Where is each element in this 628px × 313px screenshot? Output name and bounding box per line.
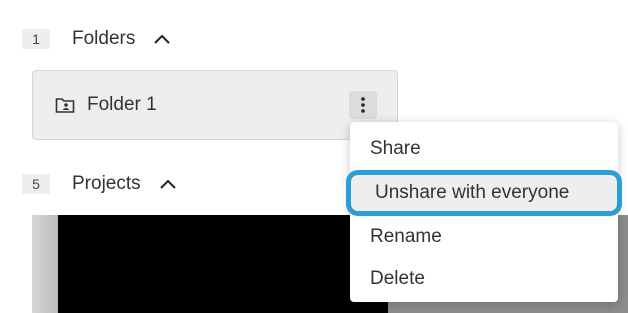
projects-section-header: 5 Projects xyxy=(22,171,177,197)
menu-item-rename[interactable]: Rename xyxy=(350,216,618,258)
folders-count-badge: 1 xyxy=(22,29,50,49)
menu-item-share[interactable]: Share xyxy=(350,128,618,170)
kebab-menu-icon[interactable] xyxy=(349,91,377,119)
chevron-up-icon[interactable] xyxy=(153,30,171,48)
chevron-up-icon[interactable] xyxy=(159,175,177,193)
folder-card[interactable]: Folder 1 xyxy=(32,70,398,140)
folders-section-header: 1 Folders xyxy=(22,26,171,52)
folder-shared-icon xyxy=(55,95,75,115)
folder-context-menu: Share Unshare with everyone Rename Delet… xyxy=(346,122,622,302)
app-stage: 1 Folders Folder 1 5 Projects Share Unsh… xyxy=(0,0,628,313)
folders-section-title: Folders xyxy=(72,28,136,49)
projects-section-title: Projects xyxy=(72,173,141,194)
menu-item-unshare[interactable]: Unshare with everyone xyxy=(346,170,622,216)
menu-item-delete[interactable]: Delete xyxy=(350,258,618,300)
projects-count-badge: 5 xyxy=(22,174,50,194)
project-video-preview xyxy=(58,215,388,313)
folder-name: Folder 1 xyxy=(87,94,157,115)
